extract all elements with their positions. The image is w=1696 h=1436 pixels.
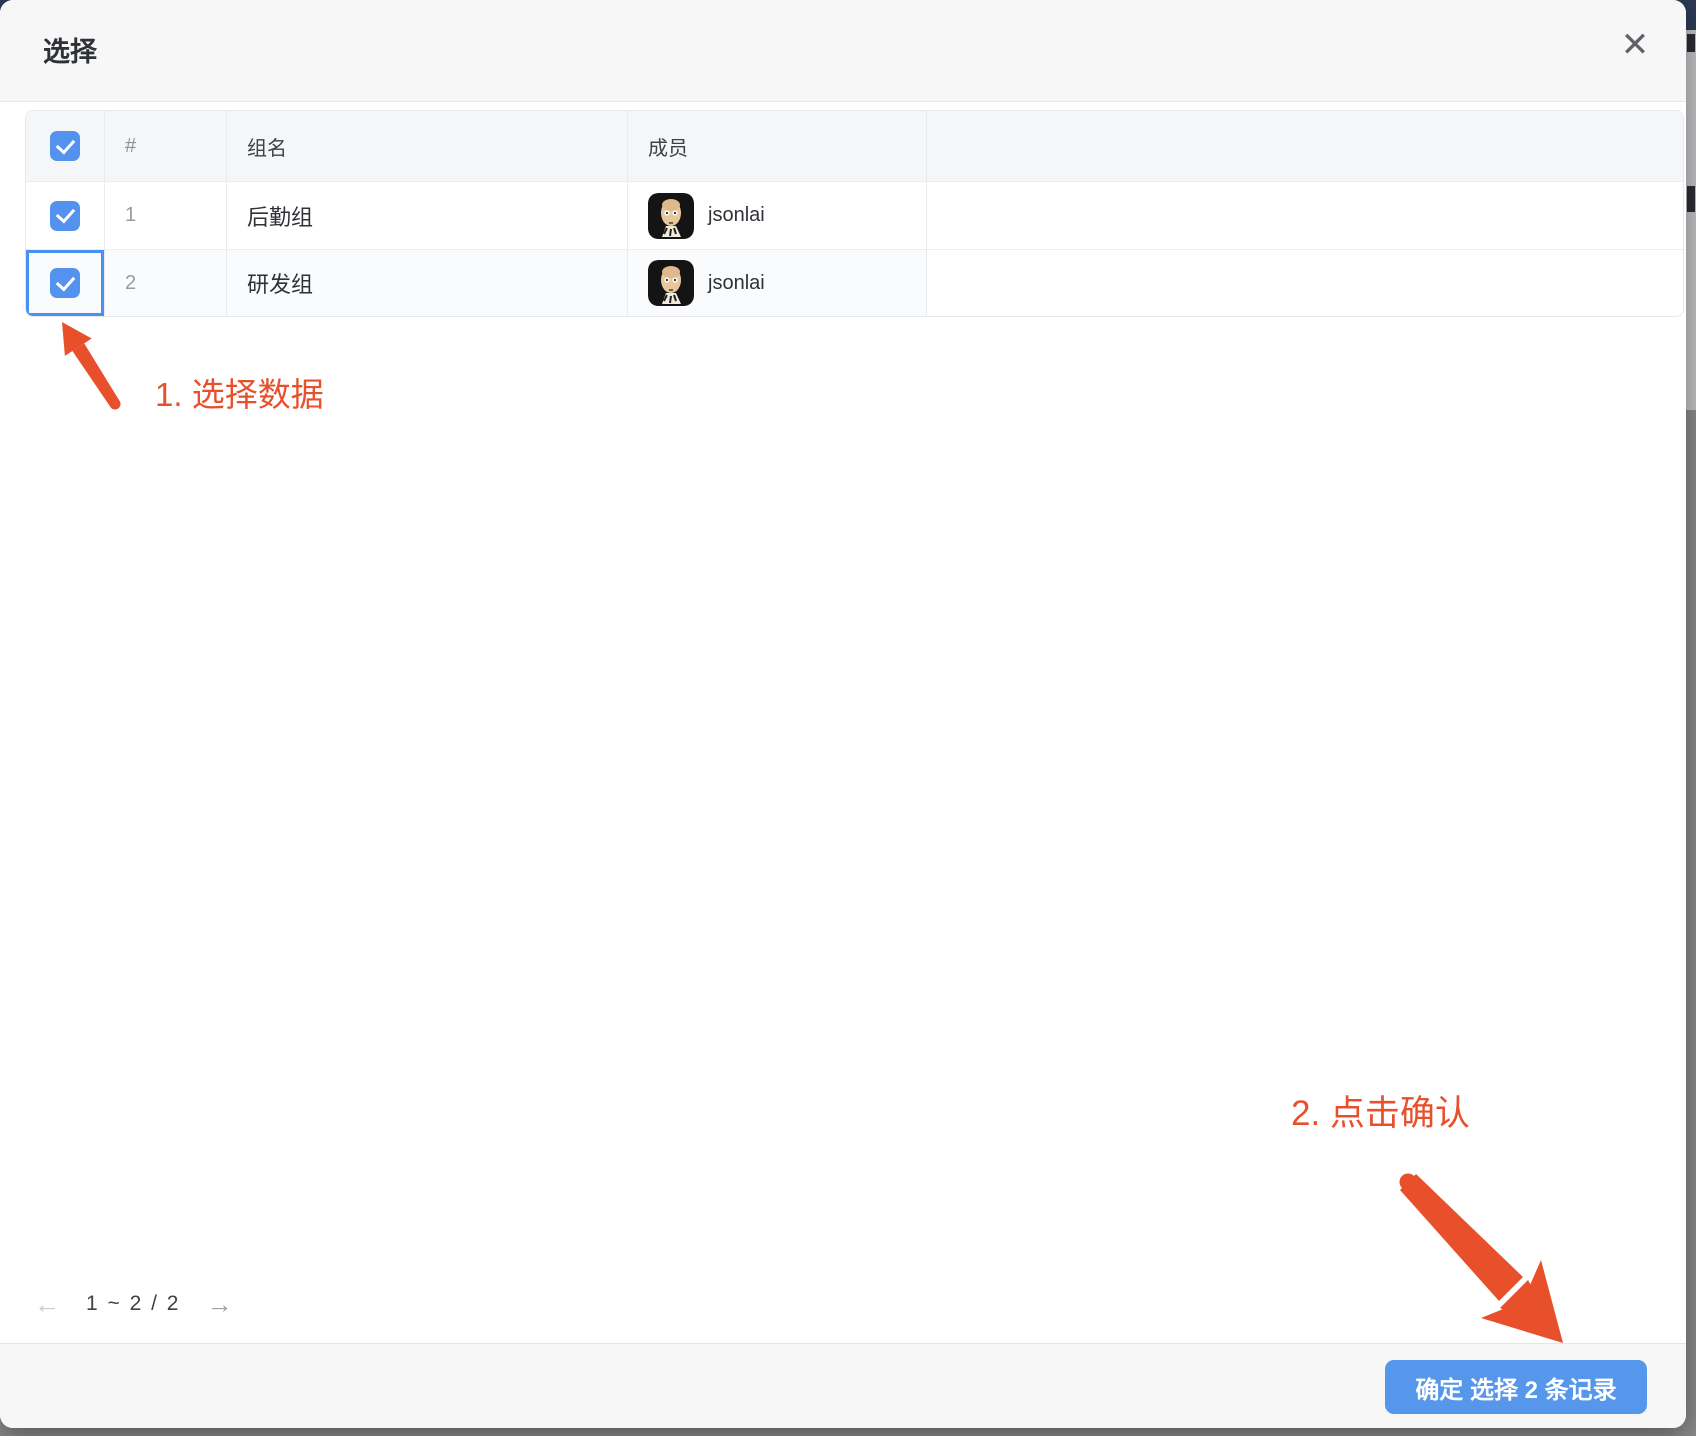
table-row[interactable]: 2 研发组 jsonlai — [26, 249, 1683, 316]
dialog-footer: 确定 选择 2 条记录 — [0, 1343, 1686, 1428]
row-filler — [927, 182, 1683, 249]
row-index: 1 — [105, 182, 227, 249]
header-select-all-cell — [26, 111, 105, 181]
row-select-cell-focused — [26, 250, 105, 316]
row-member: jsonlai — [628, 182, 927, 249]
table-header-row: # 组名 成员 — [26, 111, 1683, 181]
header-filler — [927, 111, 1683, 181]
member-name: jsonlai — [708, 204, 765, 227]
row-filler — [927, 250, 1683, 316]
next-page-icon[interactable]: → — [206, 1289, 232, 1320]
groups-table: # 组名 成员 1 后勤组 — [25, 110, 1684, 317]
row-group-name: 研发组 — [227, 250, 628, 316]
annotation-arrow-down-icon — [1380, 1160, 1600, 1360]
close-icon[interactable]: ✕ — [1612, 22, 1658, 68]
member-avatar — [648, 260, 694, 306]
member-name: jsonlai — [708, 272, 765, 295]
row-group-name: 后勤组 — [227, 182, 628, 249]
member-avatar — [648, 193, 694, 239]
row-index: 2 — [105, 250, 227, 316]
row-index-value: 1 — [125, 204, 136, 227]
confirm-button[interactable]: 确定 选择 2 条记录 — [1385, 1360, 1647, 1414]
row-index-value: 2 — [125, 272, 136, 295]
pagination: ← 1 ~ 2 / 2 → — [34, 1286, 232, 1322]
dialog-header: 选择 ✕ — [0, 0, 1686, 102]
annotation-step2: 2. 点击确认 — [1291, 1085, 1470, 1136]
page-range: 1 ~ 2 / 2 — [86, 1292, 180, 1316]
backdrop-page-strip — [1686, 30, 1696, 410]
header-index: # — [105, 111, 227, 181]
prev-page-icon[interactable]: ← — [34, 1289, 60, 1320]
dialog-title: 选择 — [43, 30, 97, 69]
group-name-value: 后勤组 — [247, 200, 313, 232]
row-select-cell — [26, 182, 105, 249]
backdrop-text-fragment — [1687, 34, 1695, 52]
header-members: 成员 — [628, 111, 927, 181]
row-member: jsonlai — [628, 250, 927, 316]
group-name-value: 研发组 — [247, 267, 313, 299]
screen: 选择 ✕ # 组名 成员 1 后勤组 — [0, 0, 1696, 1436]
select-all-checkbox[interactable] — [50, 131, 80, 161]
backdrop-text-fragment — [1687, 186, 1695, 212]
header-group-name: 组名 — [227, 111, 628, 181]
table-row[interactable]: 1 后勤组 jsonlai — [26, 181, 1683, 249]
row-checkbox[interactable] — [50, 268, 80, 298]
annotation-arrow-up-icon — [50, 312, 135, 412]
select-dialog: 选择 ✕ # 组名 成员 1 后勤组 — [0, 0, 1686, 1428]
row-checkbox[interactable] — [50, 201, 80, 231]
annotation-step1: 1. 选择数据 — [155, 368, 324, 416]
